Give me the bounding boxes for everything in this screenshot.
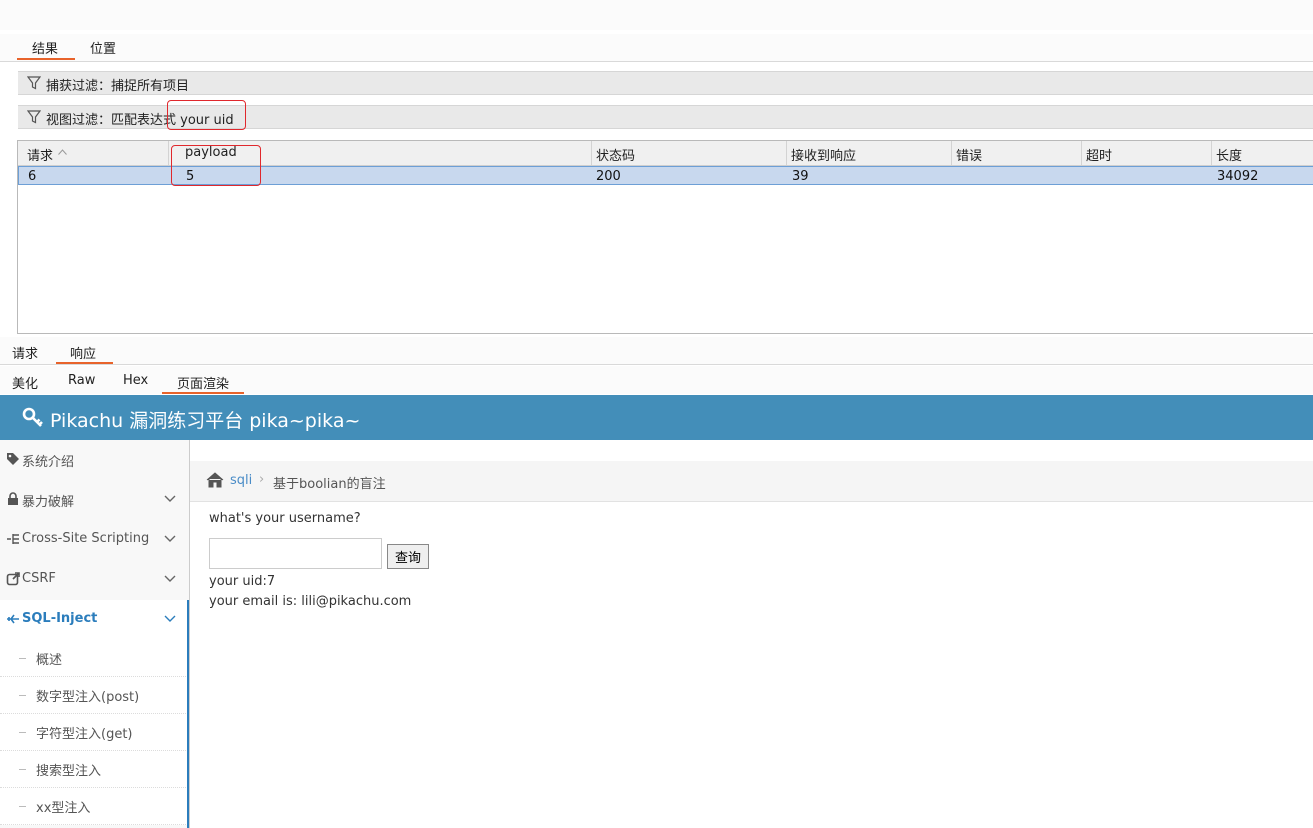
col-header-status[interactable]: 状态码: [596, 145, 635, 164]
sidebar-item-xss[interactable]: Cross-Site Scripting: [0, 520, 188, 561]
pikachu-banner: Pikachu 漏洞练习平台 pika~pika~: [0, 395, 1313, 440]
chevron-down-icon: [164, 535, 176, 542]
col-header-received[interactable]: 接收到响应: [791, 145, 856, 164]
sidebar-item-intro[interactable]: 系统介绍: [0, 440, 188, 481]
pikachu-main: sqli › 基于boolian的盲注 what's your username…: [190, 440, 1313, 828]
sidebar-active-border: [187, 600, 189, 828]
banner-title: Pikachu 漏洞练习平台 pika~pika~: [50, 410, 361, 432]
view-tabs: 美化 Raw Hex 页面渲染: [0, 366, 1313, 394]
chevron-down-icon: [164, 615, 176, 622]
col-header-request[interactable]: 请求: [27, 145, 53, 164]
col-header-timeout[interactable]: 超时: [1086, 145, 1112, 164]
top-header-strip: [0, 0, 1313, 30]
submenu-item-label: 搜索型注入: [36, 764, 102, 779]
tab-raw[interactable]: Raw: [68, 373, 95, 388]
submenu-item-overview[interactable]: 概述: [0, 640, 188, 677]
lock-icon: [8, 492, 18, 505]
tab-hex[interactable]: Hex: [123, 373, 148, 388]
tab-results[interactable]: 结果: [32, 38, 58, 57]
col-header-error[interactable]: 错误: [956, 145, 982, 164]
submenu-item-xx[interactable]: xx型注入: [0, 788, 188, 825]
submenu-item-label: 字符型注入(get): [36, 727, 133, 742]
sidebar-item-label: 暴力破解: [22, 495, 75, 510]
sidebar-item-label: SQL-Inject: [22, 611, 98, 626]
sidebar-item-csrf[interactable]: CSRF: [0, 560, 188, 601]
chevron-down-icon: [164, 495, 176, 502]
query-button[interactable]: 查询: [387, 544, 429, 569]
breadcrumb-separator: ›: [259, 472, 265, 487]
annotation-box-payload: [171, 145, 261, 186]
cell-status: 200: [596, 169, 621, 184]
capture-filter-label: 捕获过滤：捕捉所有项目: [46, 79, 190, 94]
key-icon: [22, 407, 43, 427]
home-icon[interactable]: [206, 472, 224, 488]
cell-received: 39: [792, 169, 809, 184]
sidebar-item-label: 系统介绍: [22, 455, 75, 470]
username-question: what's your username?: [209, 511, 361, 526]
sort-up-icon: [58, 149, 67, 155]
sidebar-item-bruteforce[interactable]: 暴力破解: [0, 480, 188, 521]
tab-positions[interactable]: 位置: [90, 38, 116, 57]
tab-results-underline: [17, 58, 75, 60]
breadcrumb-link-sqli[interactable]: sqli: [230, 473, 252, 488]
list-icon: [7, 534, 19, 544]
capture-filter-bar[interactable]: 捕获过滤：捕捉所有项目: [18, 71, 1313, 95]
sidebar-item-label: Cross-Site Scripting: [22, 531, 150, 546]
message-tabs: 请求 响应: [0, 337, 1313, 365]
result-email: your email is: lili@pikachu.com: [209, 594, 412, 609]
tab-pretty[interactable]: 美化: [12, 373, 38, 392]
sidebar-item-label: CSRF: [22, 571, 56, 586]
result-uid: your uid:7: [209, 574, 276, 589]
cell-request: 6: [28, 169, 37, 184]
submenu-item-search[interactable]: 搜索型注入: [0, 751, 188, 788]
tab-render-underline: [162, 392, 244, 394]
sidebar: 系统介绍 暴力破解 Cross-Site Scripting CSRF SQL-…: [0, 440, 190, 828]
annotation-box-filter: [167, 100, 246, 130]
submenu-item-numeric-post[interactable]: 数字型注入(post): [0, 677, 188, 714]
plane-icon: [7, 614, 19, 624]
username-input[interactable]: [209, 538, 382, 569]
funnel-icon: [27, 110, 41, 124]
tag-icon: [7, 453, 19, 465]
chevron-down-icon: [164, 575, 176, 582]
results-tabs: 结果 位置: [0, 34, 1313, 62]
funnel-icon: [27, 76, 41, 90]
breadcrumb-current: 基于boolian的盲注: [273, 477, 386, 492]
external-link-icon: [6, 572, 20, 586]
submenu-item-label: xx型注入: [36, 801, 91, 816]
cell-length: 34092: [1217, 169, 1259, 184]
tab-response[interactable]: 响应: [70, 343, 96, 362]
submenu-item-string-get[interactable]: 字符型注入(get): [0, 714, 188, 751]
tab-response-underline: [56, 362, 113, 364]
col-header-length[interactable]: 长度: [1216, 145, 1242, 164]
tab-request[interactable]: 请求: [12, 343, 38, 362]
tab-render[interactable]: 页面渲染: [177, 373, 229, 392]
breadcrumb: sqli › 基于boolian的盲注: [190, 461, 1313, 502]
sidebar-item-sqli[interactable]: SQL-Inject: [0, 600, 188, 641]
submenu-item-label: 数字型注入(post): [36, 690, 140, 705]
submenu-item-label: 概述: [36, 653, 63, 668]
